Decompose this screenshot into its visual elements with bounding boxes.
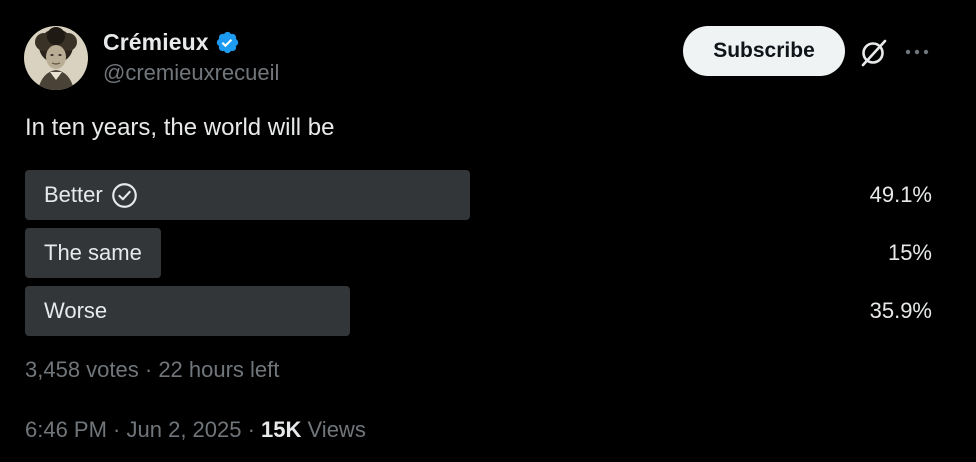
poll-option-label-row: Better (44, 170, 138, 220)
poll-option-label: Worse (44, 298, 108, 323)
author-display-name[interactable]: Crémieux (103, 29, 209, 56)
poll-meta: 3,458 votes · 22 hours left (25, 357, 279, 383)
grok-icon[interactable] (858, 38, 888, 68)
tweet-text: In ten years, the world will be (25, 114, 335, 141)
more-dots-icon[interactable] (902, 40, 932, 64)
separator-dot: · (241, 417, 262, 442)
sketch-portrait-avatar-icon (24, 26, 88, 90)
poll-option-percent: 15% (887, 240, 932, 265)
separator-dot: · (106, 417, 127, 442)
poll-option-worse[interactable]: Worse 35.9% (25, 286, 932, 336)
avatar[interactable] (24, 26, 88, 90)
views-label: Views (307, 417, 366, 442)
views-count[interactable]: 15K (261, 417, 301, 442)
poll-time-left: 22 hours left (158, 357, 280, 382)
poll-option-the-same[interactable]: The same 15% (25, 228, 932, 278)
tweet-time[interactable]: 6:46 PM (25, 417, 107, 442)
poll: Better 49.1% The same 15% Worse 35.9% (25, 170, 932, 344)
tweet-footer: 6:46 PM · Jun 2, 2025 · 15K Views (25, 417, 366, 443)
poll-option-label: The same (44, 240, 142, 265)
poll-votes: 3,458 votes (25, 357, 139, 382)
selected-check-icon (111, 182, 138, 209)
poll-option-label: Better (44, 182, 103, 207)
tweet-date[interactable]: Jun 2, 2025 (127, 417, 242, 442)
poll-option-label-row: The same (44, 228, 142, 278)
verified-badge-icon[interactable] (215, 30, 240, 55)
poll-option-percent: 35.9% (869, 298, 932, 323)
poll-option-label-row: Worse (44, 286, 107, 336)
poll-option-better[interactable]: Better 49.1% (25, 170, 932, 220)
author-handle[interactable]: @cremieuxrecueil (103, 60, 279, 86)
separator-dot: · (138, 357, 159, 382)
poll-option-percent: 49.1% (869, 182, 932, 207)
author-name-row[interactable]: Crémieux (103, 26, 240, 58)
subscribe-button[interactable]: Subscribe (683, 26, 845, 76)
